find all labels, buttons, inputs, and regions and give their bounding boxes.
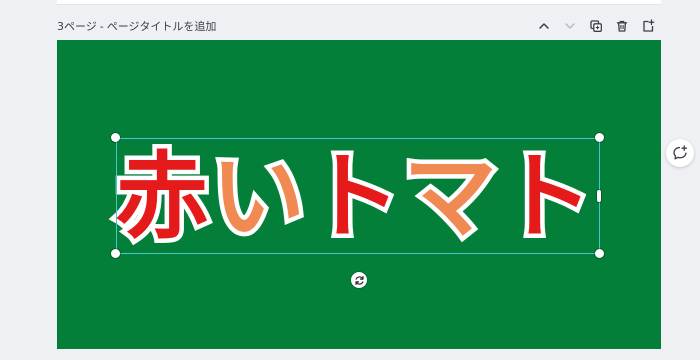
chevron-down-icon [565,23,575,29]
add-page-icon [643,19,655,32]
move-page-up-button[interactable] [531,14,557,38]
resize-handle-bottom-left[interactable] [111,249,120,258]
page-title-row[interactable]: 3ページ - ページタイトルを追加 [57,18,216,34]
trash-icon [616,20,628,32]
resize-handle-top-right[interactable] [595,133,604,142]
move-page-down-button[interactable] [557,14,583,38]
page-number-label: 3ページ [57,20,97,33]
design-page-canvas[interactable]: 赤いトマト [57,40,661,349]
duplicate-page-button[interactable] [583,14,609,38]
duplicate-icon [590,20,602,32]
resize-handle-top-left[interactable] [111,133,120,142]
resize-handle-bottom-right[interactable] [595,249,604,258]
previous-page-edge [57,0,661,5]
selection-box [116,138,600,254]
add-comment-button[interactable] [666,139,694,167]
page-title-separator: - [99,20,104,33]
page-toolbar [531,14,661,38]
page-title-placeholder[interactable]: ページタイトルを追加 [107,20,217,33]
rotate-icon [354,275,364,285]
add-page-button[interactable] [635,14,661,38]
page-header: 3ページ - ページタイトルを追加 [57,14,661,38]
chevron-up-icon [539,23,549,29]
rotate-button[interactable] [351,272,367,288]
resize-handle-right[interactable] [597,190,601,202]
add-comment-icon [673,145,688,160]
delete-page-button[interactable] [609,14,635,38]
